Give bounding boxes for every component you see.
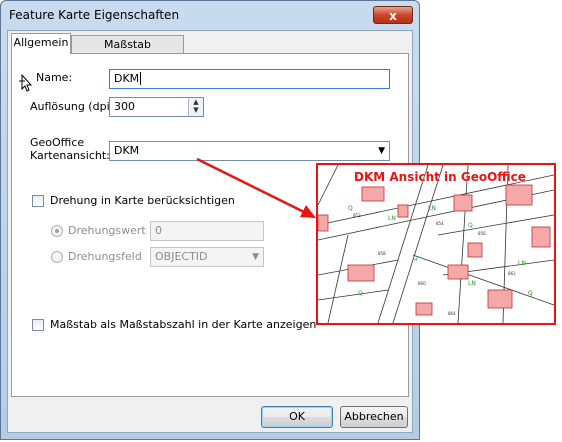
view-select-value: DKM: [114, 144, 140, 157]
rotation-field-radio[interactable]: [51, 251, 63, 263]
scale-checkbox-label: Maßstab als Maßstabszahl in der Karte an…: [50, 318, 317, 331]
view-label-line1: GeoOffice: [30, 136, 85, 149]
rotation-field-label: Drehungsfeld: [68, 250, 142, 263]
spin-down-icon[interactable]: ▼: [189, 106, 203, 114]
view-label-line2: Kartenansicht:: [30, 149, 110, 162]
map-preview: LN LN Q LN Q LN Q Q Q 852 854 856 858 86…: [316, 163, 556, 325]
close-button[interactable]: x: [373, 6, 413, 24]
rotation-checkbox[interactable]: [32, 195, 44, 207]
resolution-label: Auflösung (dpi):: [30, 100, 118, 113]
rotation-value-input[interactable]: 0: [150, 221, 264, 241]
svg-text:LN: LN: [468, 280, 476, 287]
svg-text:856: 856: [478, 231, 486, 236]
ok-button[interactable]: OK: [261, 406, 333, 428]
name-label: Name:: [36, 71, 73, 84]
svg-text:854: 854: [436, 221, 444, 226]
resolution-input[interactable]: 300 ▲ ▼: [109, 97, 204, 117]
name-input-value: DKM: [114, 72, 140, 85]
rotation-value-text: 0: [155, 224, 162, 237]
chevron-down-icon: ▼: [378, 146, 385, 156]
svg-text:Q: Q: [413, 255, 418, 262]
rotation-checkbox-label: Drehung in Karte berücksichtigen: [50, 194, 235, 207]
svg-text:Q: Q: [528, 290, 533, 297]
svg-text:860: 860: [418, 281, 426, 286]
name-input[interactable]: DKM: [109, 69, 390, 89]
svg-text:852: 852: [353, 213, 361, 218]
svg-text:LN: LN: [388, 215, 396, 222]
rotation-value-radio[interactable]: [51, 225, 63, 237]
tab-allgemein[interactable]: Allgemein: [11, 33, 71, 54]
svg-text:Q: Q: [348, 205, 353, 212]
chevron-down-icon: ▼: [252, 252, 259, 262]
spin-up-icon[interactable]: ▲: [189, 98, 203, 106]
svg-text:LN: LN: [428, 205, 436, 212]
close-icon: x: [389, 9, 397, 23]
rotation-field-select[interactable]: OBJECTID ▼: [150, 247, 264, 267]
cadastral-map: LN LN Q LN Q LN Q Q Q 852 854 856 858 86…: [318, 165, 554, 323]
scale-checkbox[interactable]: [32, 319, 44, 331]
svg-text:858: 858: [378, 251, 386, 256]
rotation-value-label: Drehungswert: [68, 224, 146, 237]
cancel-button[interactable]: Abbrechen: [340, 406, 408, 428]
resolution-spinner[interactable]: ▲ ▼: [188, 98, 203, 116]
view-select[interactable]: DKM ▼: [109, 141, 390, 161]
svg-text:Q: Q: [358, 290, 363, 297]
svg-text:862: 862: [508, 271, 516, 276]
move-cursor-icon: [19, 74, 33, 92]
rotation-field-value: OBJECTID: [155, 250, 208, 263]
window-title: Feature Karte Eigenschaften: [9, 8, 180, 22]
svg-text:864: 864: [448, 311, 456, 316]
svg-text:LN: LN: [518, 260, 526, 267]
svg-text:Q: Q: [468, 222, 473, 229]
resolution-input-value: 300: [114, 100, 135, 113]
text-caret: [140, 72, 142, 85]
tab-massstab-einstellungen[interactable]: Maßstab Einstellungen: [71, 35, 184, 68]
tab-allgemein-label: Allgemein: [13, 36, 69, 49]
map-callout-title: DKM Ansicht in GeoOffice: [354, 170, 526, 184]
